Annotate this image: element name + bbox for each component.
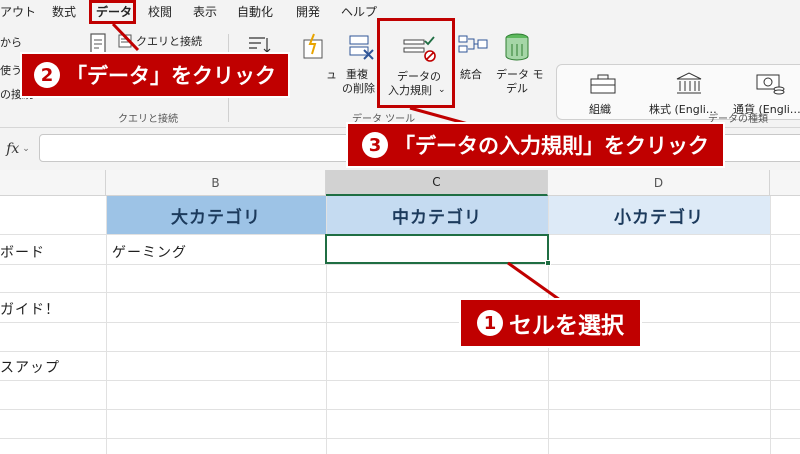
get-data-line1: から bbox=[0, 36, 22, 49]
column-header-d[interactable]: D bbox=[548, 170, 770, 196]
column-header-b[interactable]: B bbox=[106, 170, 326, 196]
cell-a-row5[interactable]: スアップ bbox=[0, 357, 60, 377]
insert-function-button[interactable]: fx ⌄ bbox=[0, 136, 36, 162]
tab-automate[interactable]: 自動化 bbox=[237, 4, 273, 20]
grid-line bbox=[0, 409, 800, 410]
step1-text: セルを選択 bbox=[509, 313, 624, 339]
cell-a-row3[interactable]: ガイド！ bbox=[0, 299, 60, 319]
grid-line bbox=[0, 351, 800, 352]
header-cell-b[interactable]: 大カテゴリ bbox=[106, 196, 326, 234]
header-cell-d[interactable]: 小カテゴリ bbox=[548, 196, 770, 234]
tab-developer[interactable]: 開発 bbox=[296, 4, 320, 20]
cell-b-row1[interactable]: ゲーミング bbox=[112, 242, 187, 262]
briefcase-icon bbox=[590, 74, 616, 94]
datatype-stocks-label: 株式 (Engli… bbox=[649, 103, 717, 116]
data-model-line2: デル bbox=[506, 82, 528, 95]
data-tab-highlight bbox=[89, 0, 136, 24]
data-model-line1: データ モ bbox=[496, 68, 544, 81]
worksheet-grid[interactable]: 大カテゴリ 中カテゴリ 小カテゴリ ボード ゲーミング ガイド！ スアップ bbox=[0, 196, 800, 454]
column-header-c[interactable]: C bbox=[326, 170, 548, 196]
column-header-a[interactable] bbox=[0, 170, 106, 196]
remove-duplicates-line2: の削除 bbox=[342, 82, 375, 95]
cell-a-row1[interactable]: ボード bbox=[0, 242, 45, 262]
step2-text: 「データ」をクリック bbox=[66, 64, 276, 88]
step1-callout: 1 セルを選択 bbox=[459, 298, 642, 348]
datatype-organization-label: 組織 bbox=[589, 103, 611, 116]
flash-fill-label: ュ bbox=[326, 68, 337, 81]
grid-line bbox=[0, 264, 800, 265]
fx-icon: fx bbox=[6, 141, 20, 157]
queries-connections-label: クエリと接続 bbox=[136, 34, 202, 48]
step3-number: 3 bbox=[362, 132, 388, 158]
grid-line bbox=[0, 438, 800, 439]
selected-cell-c[interactable] bbox=[325, 234, 551, 266]
tab-help[interactable]: ヘルプ bbox=[341, 4, 377, 20]
grid-line bbox=[0, 322, 800, 323]
flash-fill-icon[interactable] bbox=[300, 32, 328, 66]
step2-number: 2 bbox=[34, 62, 60, 88]
tab-view[interactable]: 表示 bbox=[193, 4, 217, 20]
queries-connections-button[interactable]: クエリと接続 bbox=[118, 34, 202, 48]
step1-number: 1 bbox=[477, 310, 503, 336]
consolidate-icon[interactable] bbox=[458, 34, 488, 66]
datatype-organization-button[interactable]: 組織 bbox=[587, 71, 627, 116]
step2-callout: 2 「データ」をクリック bbox=[20, 52, 290, 98]
queries-group-label: クエリと接続 bbox=[118, 114, 178, 125]
queries-icon bbox=[118, 34, 132, 48]
consolidate-label[interactable]: 統合 bbox=[460, 68, 482, 81]
remove-duplicates-icon[interactable] bbox=[348, 34, 376, 68]
header-cell-c[interactable]: 中カテゴリ bbox=[326, 196, 548, 234]
tab-page-layout[interactable]: アウト bbox=[0, 4, 36, 20]
currency-icon bbox=[756, 74, 785, 95]
data-model-icon[interactable] bbox=[502, 32, 532, 68]
tab-review[interactable]: 校閲 bbox=[148, 4, 172, 20]
fill-handle[interactable] bbox=[545, 260, 551, 266]
grid-line bbox=[0, 380, 800, 381]
get-data-line2: 使う bbox=[0, 64, 22, 77]
datatype-stocks-button[interactable]: 株式 (Engli… bbox=[649, 71, 733, 116]
tab-formulas[interactable]: 数式 bbox=[52, 4, 76, 20]
datatype-currencies-button[interactable]: 通貨 (Engli… bbox=[731, 71, 800, 116]
data-validation-highlight bbox=[377, 18, 455, 108]
chevron-down-icon: ⌄ bbox=[22, 144, 30, 154]
step3-text: 「データの入力規則」をクリック bbox=[394, 134, 709, 158]
column-header-row: B C D bbox=[0, 170, 800, 196]
step3-callout: 3 「データの入力規則」をクリック bbox=[346, 122, 725, 168]
grid-line bbox=[0, 292, 800, 293]
bank-icon bbox=[676, 72, 702, 94]
remove-duplicates-line1: 重複 bbox=[346, 68, 368, 81]
